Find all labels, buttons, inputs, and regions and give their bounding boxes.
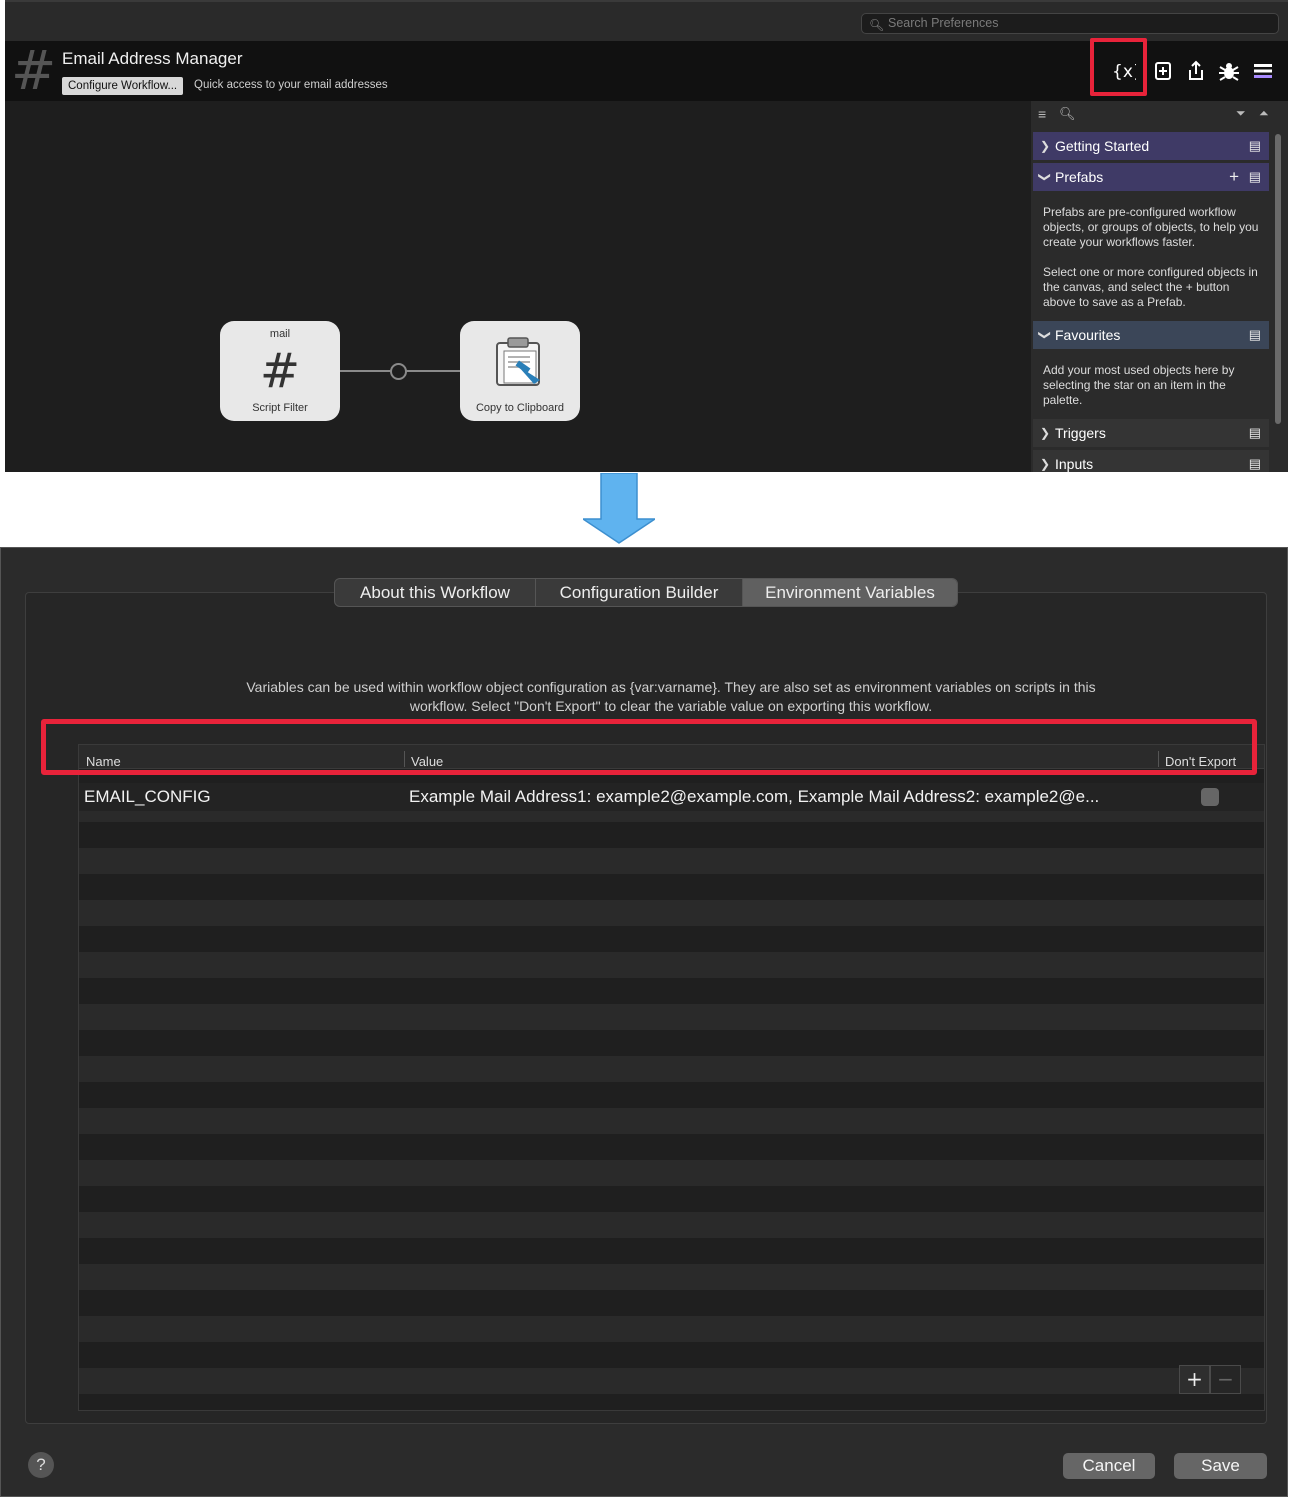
empty-table-row [79,900,1264,926]
expand-all-icon[interactable]: ⏶ [1259,106,1269,121]
empty-table-row [79,1004,1264,1030]
workflow-description: Quick access to your email addresses [194,79,388,91]
tab-content-panel: Variables can be used within workflow ob… [25,592,1267,1424]
palette-toolbar: ≡ 🔍︎ ⏷ ⏶ [1031,101,1288,131]
down-arrow-icon [580,472,658,545]
preferences-toolbar: 🔍︎ Search Preferences [5,0,1288,41]
help-button[interactable]: ? [28,1452,54,1478]
share-icon[interactable] [1183,58,1209,84]
remove-variable-button[interactable]: − [1210,1365,1241,1394]
plus-square-icon[interactable] [1150,58,1176,84]
tab-about-this-workflow[interactable]: About this Workflow [335,579,536,606]
palette-section-label: Prefabs [1055,169,1104,185]
search-preferences-input[interactable]: 🔍︎ Search Preferences [861,13,1279,34]
empty-table-row [79,1238,1264,1264]
empty-table-row [79,874,1264,900]
empty-table-row [79,822,1264,848]
chevron-right-icon: ❯ [1040,139,1051,153]
empty-table-row [79,1212,1264,1238]
configure-workflow-button[interactable]: Configure Workflow... [62,77,184,95]
palette-section-triggers[interactable]: ❯ Triggers ▤ [1033,419,1269,447]
variable-name-cell[interactable]: EMAIL_CONFIG [84,783,211,811]
empty-table-row [79,1186,1264,1212]
table-rows [79,770,1264,1410]
hamburger-icon[interactable] [1250,58,1276,84]
node-label: Copy to Clipboard [475,402,565,414]
tab-configuration-builder[interactable]: Configuration Builder [536,579,743,606]
empty-table-row [79,1316,1264,1342]
palette-section-inputs[interactable]: ❯ Inputs ▤ [1033,450,1269,472]
empty-table-row [79,848,1264,874]
palette-section-prefabs[interactable]: ❯ Prefabs + ▤ [1033,163,1269,191]
palette-section-getting-started[interactable]: ❯ Getting Started ▤ [1033,132,1269,160]
prefabs-help-text: Prefabs are pre-configured workflow obje… [1043,205,1259,249]
window-icon[interactable]: ▤ [1249,132,1261,160]
clipboard-icon [494,336,548,388]
chevron-right-icon: ❯ [1040,426,1051,440]
env-variables-info: Variables can be used within workflow ob… [246,679,1096,714]
window-icon[interactable]: ▤ [1249,321,1261,349]
palette-scrollbar[interactable] [1275,134,1281,424]
empty-table-row [79,1082,1264,1108]
variable-row-highlight [41,719,1257,775]
tab-environment-variables[interactable]: Environment Variables [743,579,957,606]
workflow-editor: 🔍︎ Search Preferences # Email Address Ma… [5,0,1288,472]
empty-table-row [79,1394,1264,1410]
workflow-title: Email Address Manager [62,49,243,68]
window-icon[interactable]: ▤ [1249,163,1261,191]
dont-export-checkbox[interactable] [1201,788,1219,806]
palette-section-favourites[interactable]: ❯ Favourites ▤ [1033,321,1269,349]
search-placeholder: Search Preferences [888,16,999,30]
workflow-canvas[interactable]: mail # Script Filter Copy to Clipboard [5,101,1031,472]
empty-table-row [79,1108,1264,1134]
palette-section-label: Getting Started [1055,138,1150,154]
prefabs-help-text-2: Select one or more configured objects in… [1043,265,1258,309]
empty-table-row [79,926,1264,952]
copy-to-clipboard-node[interactable]: Copy to Clipboard [460,321,580,421]
empty-table-row [79,1342,1264,1368]
add-variable-button[interactable]: + [1179,1365,1210,1394]
chevron-down-icon: ❯ [1038,171,1053,183]
empty-table-row [79,1056,1264,1082]
node-keyword: mail [269,328,291,340]
chevron-down-icon: ❯ [1038,329,1053,341]
workflow-hash-icon: # [11,39,57,102]
palette-section-label: Inputs [1055,456,1094,472]
node-label: Script Filter [252,402,308,414]
search-icon[interactable]: 🔍︎ [1059,106,1076,122]
window-icon[interactable]: ▤ [1249,419,1261,447]
save-button[interactable]: Save [1174,1453,1267,1479]
collapse-all-icon[interactable]: ⏷ [1236,106,1246,121]
palette-section-label: Triggers [1055,425,1106,441]
script-filter-node[interactable]: mail # Script Filter [220,321,340,421]
empty-table-row [79,1030,1264,1056]
palette-section-label: Favourites [1055,327,1121,343]
cancel-button[interactable]: Cancel [1063,1453,1155,1479]
empty-table-row [79,1264,1264,1290]
empty-table-row [79,1160,1264,1186]
list-icon[interactable]: ≡ [1038,106,1046,122]
bug-icon[interactable] [1216,58,1242,84]
favourites-help-text: Add your most used objects here by selec… [1043,363,1235,407]
hash-icon: # [259,343,301,399]
window-icon[interactable]: ▤ [1249,450,1261,472]
sheet-tabs: About this Workflow Configuration Builde… [334,578,958,607]
add-prefab-icon[interactable]: + [1229,163,1239,191]
empty-table-row [79,1368,1264,1394]
table-row[interactable]: EMAIL_CONFIG Example Mail Address1: exam… [79,783,1264,811]
variables-icon-highlight [1090,38,1147,96]
empty-table-row [79,978,1264,1004]
chevron-right-icon: ❯ [1040,457,1051,471]
environment-variables-table: Name Value Don't Export EMAIL_CONFIG Exa… [78,744,1265,1411]
empty-table-row [79,1290,1264,1316]
variable-value-cell[interactable]: Example Mail Address1: example2@example.… [409,783,1099,811]
search-icon: 🔍︎ [869,18,885,32]
empty-table-row [79,952,1264,978]
connector-dot[interactable] [390,363,407,380]
object-palette: ≡ 🔍︎ ⏷ ⏶ ❯ Getting Started ▤ ❯ Prefabs +… [1031,101,1288,472]
workflow-configuration-sheet: Variables can be used within workflow ob… [0,547,1288,1497]
empty-table-row [79,1134,1264,1160]
